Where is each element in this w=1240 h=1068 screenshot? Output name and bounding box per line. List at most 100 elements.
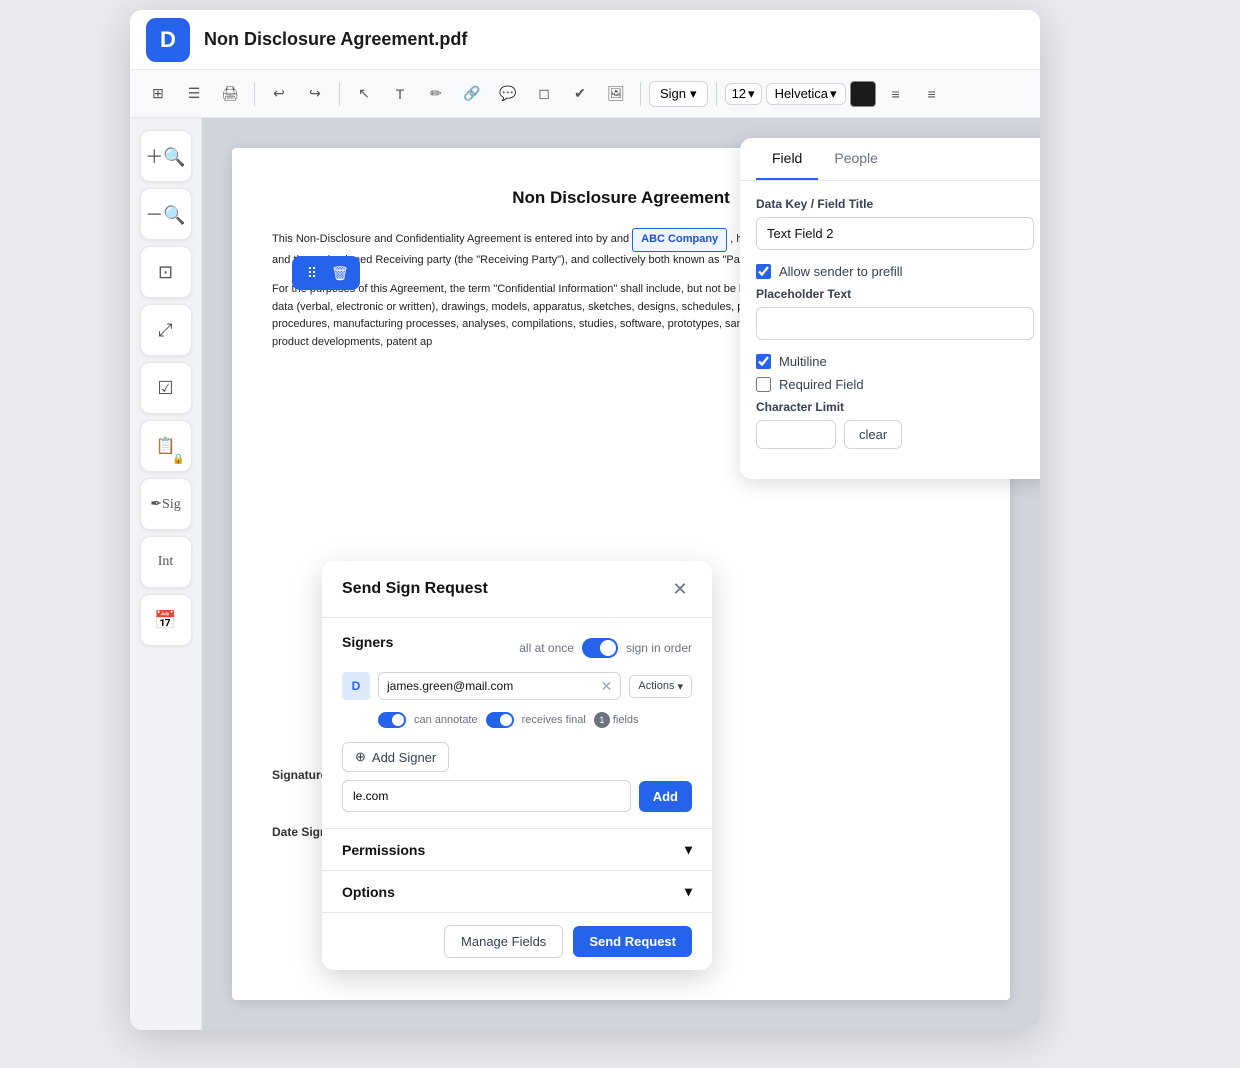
options-chevron: ▾ [685,883,692,900]
manage-fields-button[interactable]: Manage Fields [444,925,563,958]
undo-button[interactable]: ↩ [263,78,295,110]
actions-button[interactable]: Actions ▾ [629,675,692,698]
crop-tool[interactable]: ⊡ [140,246,192,298]
field-delete-button[interactable]: 🗑 [328,261,352,285]
receives-final-label: receives final [522,714,586,726]
font-size-selector[interactable]: 12 ▾ [725,83,762,105]
permissions-chevron: ▾ [685,841,692,858]
font-chevron: ▾ [830,86,837,102]
zoom-in-tool[interactable]: ＋🔍 [140,130,192,182]
modal-footer: Manage Fields Send Request [322,912,712,970]
text-button[interactable]: T [384,78,416,110]
char-limit-label: Character Limit [756,400,1034,414]
align-center-button[interactable]: ≡ [916,78,948,110]
abc-company-field[interactable]: ABC Company [632,228,727,252]
receives-final-toggle[interactable] [486,712,514,728]
send-request-button[interactable]: Send Request [573,926,692,957]
email-add-input[interactable] [342,780,631,812]
title-bar: D Non Disclosure Agreement.pdf [130,10,1040,70]
signers-label: Signers [342,634,393,650]
initials-tool[interactable]: Int [140,536,192,588]
multiline-row: Multiline [756,354,1034,369]
data-key-label: Data Key / Field Title [756,197,1034,211]
toolbar-sep-4 [716,82,717,106]
permissions-section[interactable]: Permissions ▾ [322,828,712,870]
required-checkbox[interactable] [756,377,771,392]
redo-button[interactable]: ↪ [299,78,331,110]
options-section[interactable]: Options ▾ [322,870,712,912]
char-limit-input[interactable] [756,420,836,449]
comment-button[interactable]: 💬 [492,78,524,110]
color-picker[interactable] [850,81,876,107]
grid-view-button[interactable]: ⊞ [142,78,174,110]
erase-button[interactable]: ◻ [528,78,560,110]
sign-label: Sign [660,86,686,101]
signer-email-input[interactable] [379,673,593,699]
signature-tool[interactable]: ✒Sig [140,478,192,530]
toolbar-sep-2 [339,82,340,106]
toggle-row: all at once sign in order [519,638,692,658]
char-limit-row: clear [756,420,1034,449]
all-at-once-label: all at once [519,641,574,655]
modal-close-button[interactable]: ✕ [668,577,692,601]
options-label: Options [342,884,395,900]
app-logo: D [146,18,190,62]
checkbox-tool[interactable]: ☑ [140,362,192,414]
allow-prefill-row: Allow sender to prefill [756,264,1034,279]
signer-clear-button[interactable]: ✕ [593,674,621,699]
font-size-chevron: ▾ [748,86,755,102]
document-area: ⠿ 🗑 Non Disclosure Agreement This Non-Di… [202,118,1040,1030]
field-panel: Field People Data Key / Field Title Allo… [740,138,1040,479]
permissions-label: Permissions [342,842,425,858]
document-title: Non Disclosure Agreement.pdf [204,29,467,50]
print-button[interactable]: 🖨 [214,78,246,110]
tab-people[interactable]: People [818,138,894,180]
signer-row: D ✕ Actions ▾ [342,672,692,700]
email-add-row: Add [342,780,692,812]
font-size-value: 12 [732,86,746,101]
stamp-button[interactable]: ✔ [564,78,596,110]
can-annotate-label: can annotate [414,714,478,726]
app-window: D Non Disclosure Agreement.pdf ⊞ ☰ 🖨 ↩ ↪… [130,10,1040,1030]
align-left-button[interactable]: ≡ [880,78,912,110]
sign-dropdown-icon: ▾ [690,86,697,102]
actions-chevron: ▾ [677,680,683,693]
char-limit-group: Character Limit clear [756,400,1034,449]
signer-options: can annotate receives final 1 fields [342,708,692,736]
add-signer-label: Add Signer [372,750,436,765]
image-button[interactable]: 🖼 [600,78,632,110]
placeholder-input[interactable] [756,307,1034,340]
date-tool[interactable]: 📅 [140,594,192,646]
fields-label: fields [613,714,639,726]
field-move-button[interactable]: ⠿ [300,261,324,285]
multiline-checkbox[interactable] [756,354,771,369]
allow-prefill-checkbox[interactable] [756,264,771,279]
link-button[interactable]: 🔗 [456,78,488,110]
data-key-input[interactable] [756,217,1034,250]
modal-title: Send Sign Request [342,580,488,598]
draw-button[interactable]: ✏ [420,78,452,110]
clear-button[interactable]: clear [844,420,902,449]
signer-input-wrap: ✕ [378,672,621,700]
modal-header: Send Sign Request ✕ [322,561,712,618]
can-annotate-toggle[interactable] [378,712,406,728]
page-view-button[interactable]: ☰ [178,78,210,110]
sign-order-toggle[interactable] [582,638,618,658]
resize-tool[interactable]: ⤢ [140,304,192,356]
font-selector[interactable]: Helvetica ▾ [766,83,846,105]
toolbar: ⊞ ☰ 🖨 ↩ ↪ ↖ T ✏ 🔗 💬 ◻ ✔ 🖼 Sign ▾ 12 ▾ He… [130,70,1040,118]
panel-body: Data Key / Field Title Allow sender to p… [740,181,1040,479]
form-lock-tool[interactable]: 📋🔒 [140,420,192,472]
modal-body: Signers all at once sign in order D ✕ [322,618,712,828]
allow-prefill-label: Allow sender to prefill [779,264,903,279]
sign-button[interactable]: Sign ▾ [649,81,708,107]
add-email-button[interactable]: Add [639,781,692,812]
tab-field[interactable]: Field [756,138,818,180]
sign-in-order-label: sign in order [626,641,692,655]
select-button[interactable]: ↖ [348,78,380,110]
multiline-label: Multiline [779,354,827,369]
toolbar-sep-3 [640,82,641,106]
field-toolbar: ⠿ 🗑 [292,256,360,290]
zoom-out-tool[interactable]: －🔍 [140,188,192,240]
add-signer-button[interactable]: ⊕ Add Signer [342,742,449,772]
